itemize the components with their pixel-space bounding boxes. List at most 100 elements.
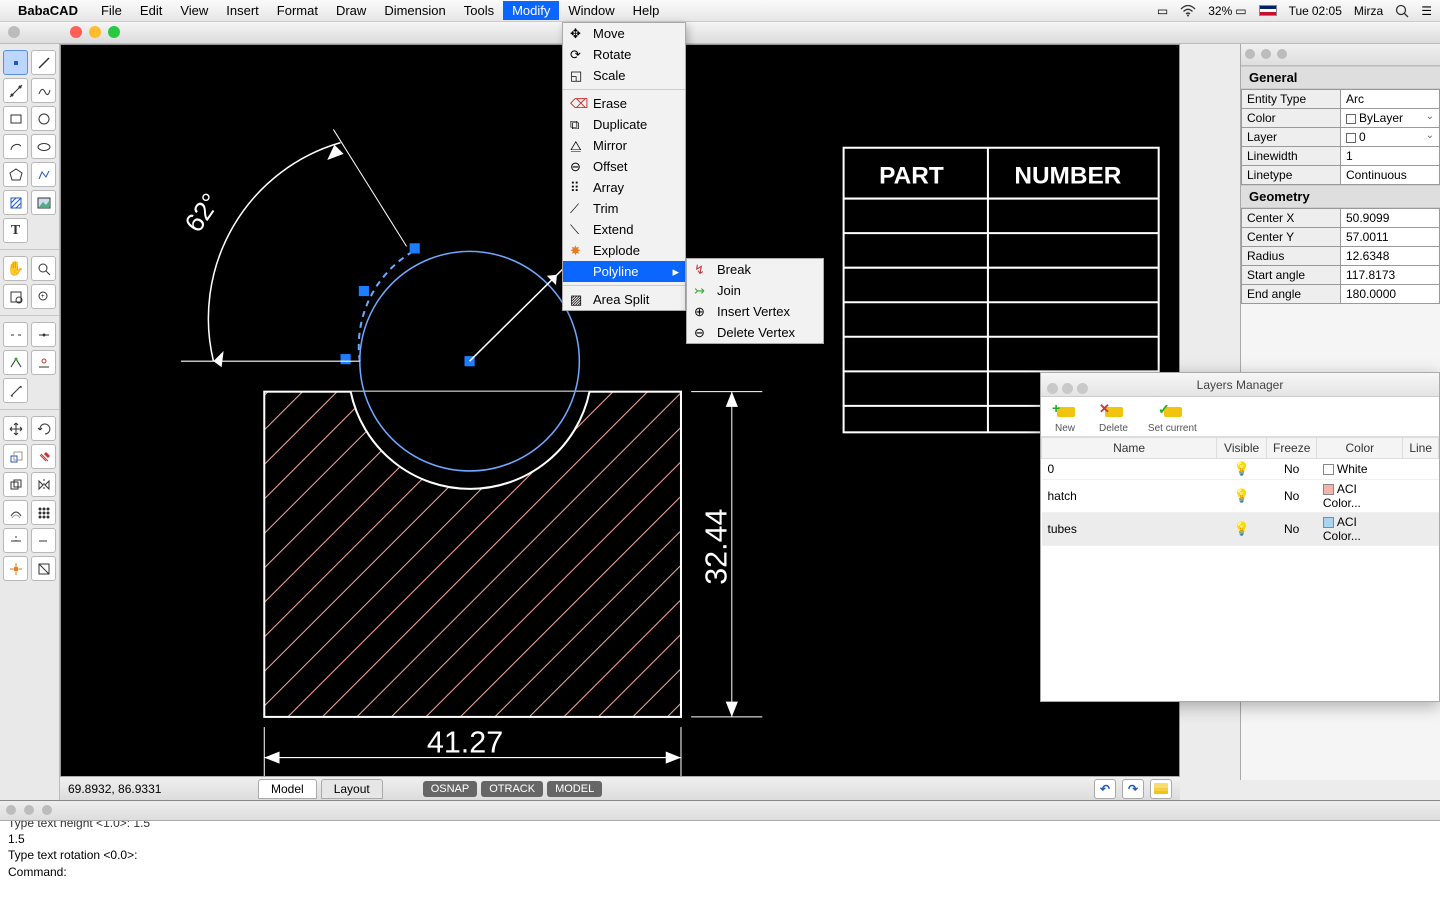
- menu-array[interactable]: ⠿Array: [563, 177, 685, 198]
- layers-delete-button[interactable]: ✕Delete: [1099, 403, 1128, 434]
- menu-offset[interactable]: ⊖Offset: [563, 156, 685, 177]
- menu-erase[interactable]: ⌫Erase: [563, 93, 685, 114]
- menu-dimension[interactable]: Dimension: [375, 1, 454, 20]
- language-flag[interactable]: [1259, 5, 1277, 16]
- menu-help[interactable]: Help: [624, 1, 669, 20]
- tool-offset[interactable]: [3, 500, 28, 525]
- tool-duplicate[interactable]: [3, 472, 28, 497]
- menu-extras-icon[interactable]: ☰: [1421, 4, 1432, 18]
- menu-window[interactable]: Window: [559, 1, 623, 20]
- tool-arc[interactable]: [3, 134, 28, 159]
- menu-modify[interactable]: Modify: [503, 1, 559, 20]
- tool-xline[interactable]: [3, 78, 28, 103]
- layers-new-button[interactable]: +New: [1051, 403, 1079, 434]
- menu-polyline[interactable]: Polyline▸: [563, 261, 685, 282]
- tool-break[interactable]: [3, 322, 28, 347]
- tool-insert-vertex[interactable]: [3, 350, 28, 375]
- tool-area-split[interactable]: [31, 556, 56, 581]
- layer-row-hatch[interactable]: hatch 💡 No ACI Color...: [1042, 480, 1439, 513]
- undo-button[interactable]: ↶: [1094, 779, 1116, 799]
- menu-file[interactable]: File: [92, 1, 131, 20]
- layers-button[interactable]: [1150, 779, 1172, 799]
- menu-mirror[interactable]: ⧋Mirror: [563, 135, 685, 156]
- prop-radius[interactable]: 12.6348: [1341, 247, 1440, 266]
- menu-rotate[interactable]: ⟳Rotate: [563, 44, 685, 65]
- tool-scale[interactable]: [3, 444, 28, 469]
- prop-end-angle[interactable]: 180.0000: [1341, 285, 1440, 304]
- close-window-button[interactable]: [70, 26, 82, 38]
- tab-layout[interactable]: Layout: [321, 779, 383, 799]
- layer-row-tubes[interactable]: tubes 💡 No ACI Color...: [1042, 513, 1439, 546]
- prop-center-y[interactable]: 57.0011: [1341, 228, 1440, 247]
- layers-col-name[interactable]: Name: [1042, 438, 1217, 459]
- tool-zoom-window[interactable]: [31, 256, 56, 281]
- screen-mirror-icon[interactable]: ▭: [1157, 4, 1168, 18]
- cmd-prompt[interactable]: Command:: [8, 864, 1432, 880]
- tool-zoom-realtime[interactable]: +: [31, 284, 56, 309]
- prop-color[interactable]: ByLayer⌄: [1341, 109, 1440, 128]
- user-name[interactable]: Mirza: [1354, 4, 1383, 18]
- layers-col-color[interactable]: Color: [1317, 438, 1403, 459]
- prop-entity-type[interactable]: Arc: [1341, 90, 1440, 109]
- tool-array[interactable]: [31, 500, 56, 525]
- app-name[interactable]: BabaCAD: [18, 3, 78, 18]
- tool-extend[interactable]: [31, 528, 56, 553]
- tool-join[interactable]: [31, 322, 56, 347]
- tool-explode[interactable]: [3, 556, 28, 581]
- tool-polyline[interactable]: [31, 162, 56, 187]
- tool-spline[interactable]: [31, 78, 56, 103]
- toggle-otrack[interactable]: OTRACK: [481, 781, 543, 797]
- menu-format[interactable]: Format: [268, 1, 327, 20]
- tool-zoom-extents[interactable]: [3, 284, 28, 309]
- layers-set-current-button[interactable]: ✓Set current: [1148, 403, 1197, 434]
- layers-col-line[interactable]: Line: [1403, 438, 1439, 459]
- menu-insert[interactable]: Insert: [217, 1, 268, 20]
- tool-trim[interactable]: [3, 528, 28, 553]
- tool-circle[interactable]: [31, 106, 56, 131]
- tool-polygon[interactable]: [3, 162, 28, 187]
- tool-rotate[interactable]: [31, 416, 56, 441]
- prop-layer[interactable]: 0⌄: [1341, 128, 1440, 147]
- zoom-window-button[interactable]: [108, 26, 120, 38]
- menu-trim[interactable]: ⟋Trim: [563, 198, 685, 219]
- layers-title-bar[interactable]: Layers Manager: [1041, 373, 1439, 397]
- battery-indicator[interactable]: 32% ▭: [1208, 4, 1246, 18]
- prop-linetype[interactable]: Continuous: [1341, 166, 1440, 185]
- menu-area-split[interactable]: ▨Area Split: [563, 289, 685, 310]
- tool-pan[interactable]: ✋: [3, 256, 28, 281]
- submenu-break[interactable]: ↯Break: [687, 259, 823, 280]
- bulb-icon[interactable]: 💡: [1234, 521, 1250, 536]
- layer-row-0[interactable]: 0 💡 No White: [1042, 459, 1439, 480]
- tool-measure[interactable]: [3, 378, 28, 403]
- tool-erase[interactable]: [31, 444, 56, 469]
- menu-extend[interactable]: ⟍Extend: [563, 219, 685, 240]
- command-line-panel[interactable]: Type text height <1.0>: 1.5 1.5 Type tex…: [0, 800, 1440, 900]
- tool-mirror[interactable]: [31, 472, 56, 497]
- tool-point[interactable]: [3, 50, 28, 75]
- menu-draw[interactable]: Draw: [327, 1, 375, 20]
- layers-manager-window[interactable]: Layers Manager +New ✕Delete ✓Set current…: [1040, 372, 1440, 702]
- prop-start-angle[interactable]: 117.8173: [1341, 266, 1440, 285]
- tool-move[interactable]: [3, 416, 28, 441]
- menu-move[interactable]: ✥Move: [563, 23, 685, 44]
- traffic-lights[interactable]: [70, 26, 120, 38]
- tool-hatch[interactable]: [3, 190, 28, 215]
- tab-model[interactable]: Model: [258, 779, 317, 799]
- spotlight-icon[interactable]: [1395, 4, 1409, 18]
- toggle-osnap[interactable]: OSNAP: [423, 781, 478, 797]
- tool-ellipse[interactable]: [31, 134, 56, 159]
- menu-tools[interactable]: Tools: [455, 1, 503, 20]
- tool-rectangle[interactable]: [3, 106, 28, 131]
- submenu-delete-vertex[interactable]: ⊖Delete Vertex: [687, 322, 823, 343]
- menu-edit[interactable]: Edit: [131, 1, 171, 20]
- prop-center-x[interactable]: 50.9099: [1341, 209, 1440, 228]
- minimize-window-button[interactable]: [89, 26, 101, 38]
- submenu-join[interactable]: ↣Join: [687, 280, 823, 301]
- layers-col-visible[interactable]: Visible: [1217, 438, 1267, 459]
- submenu-insert-vertex[interactable]: ⊕Insert Vertex: [687, 301, 823, 322]
- bulb-icon[interactable]: 💡: [1234, 461, 1250, 476]
- prop-linewidth[interactable]: 1: [1341, 147, 1440, 166]
- menu-scale[interactable]: ◱Scale: [563, 65, 685, 86]
- redo-button[interactable]: ↷: [1122, 779, 1144, 799]
- toggle-model[interactable]: MODEL: [547, 781, 602, 797]
